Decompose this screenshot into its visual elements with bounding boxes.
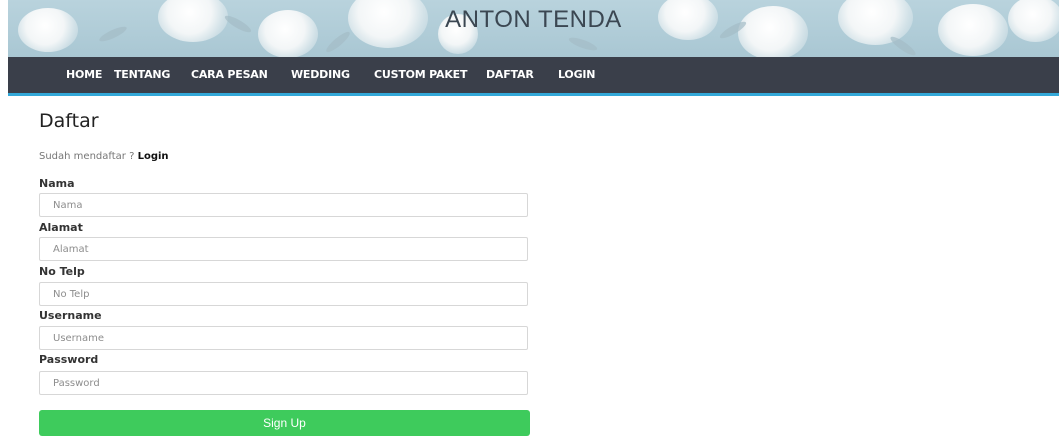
no-telp-input[interactable] (39, 282, 528, 306)
nav-item-daftar[interactable]: DAFTAR (486, 57, 534, 93)
leaf-decoration (888, 34, 918, 57)
signup-form: Daftar Sudah mendaftar ? Login Nama Alam… (39, 110, 530, 436)
leaf-decoration (567, 35, 599, 53)
nav-item-custom-paket[interactable]: CUSTOM PAKET (374, 57, 467, 93)
username-label: Username (39, 309, 102, 322)
nav-item-wedding[interactable]: WEDDING (291, 57, 350, 93)
page-title: Daftar (39, 110, 99, 132)
nav-item-home[interactable]: HOME (66, 57, 102, 93)
nav-item-cara-pesan[interactable]: CARA PESAN (191, 57, 268, 93)
password-label: Password (39, 353, 99, 366)
site-brand: ANTON TENDA (445, 6, 622, 33)
alamat-input[interactable] (39, 237, 528, 261)
nav-item-login[interactable]: LOGIN (558, 57, 595, 93)
nama-input[interactable] (39, 193, 528, 217)
password-input[interactable] (39, 371, 528, 395)
nama-label: Nama (39, 177, 75, 190)
username-input[interactable] (39, 326, 528, 350)
login-prompt-text: Sudah mendaftar ? (39, 151, 135, 162)
nav-item-tentang[interactable]: TENTANG (114, 57, 170, 93)
alamat-label: Alamat (39, 221, 83, 234)
header-banner: ANTON TENDA (8, 0, 1059, 57)
login-link[interactable]: Login (138, 151, 169, 162)
no-telp-label: No Telp (39, 265, 85, 278)
main-navbar: HOME TENTANG CARA PESAN WEDDING CUSTOM P… (8, 57, 1059, 96)
login-prompt: Sudah mendaftar ? Login (39, 151, 169, 162)
sign-up-button[interactable]: Sign Up (39, 410, 530, 436)
